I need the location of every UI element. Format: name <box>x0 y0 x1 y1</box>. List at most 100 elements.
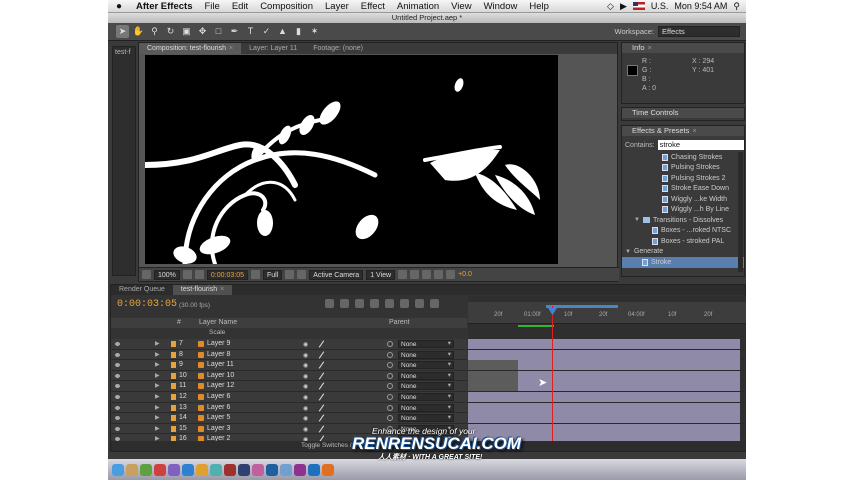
expand-triangle-icon[interactable]: ▶ <box>155 393 160 400</box>
volume-icon[interactable]: ▶ <box>620 1 627 12</box>
app-icon[interactable] <box>182 463 194 476</box>
table-row[interactable]: ▶ 8 Layer 8 ◉ None <box>111 349 467 361</box>
resolution-dropdown[interactable]: Full <box>263 269 283 280</box>
rotate-tool-icon[interactable]: ↻ <box>164 25 177 38</box>
pickwhip-icon[interactable] <box>387 362 393 369</box>
eye-icon[interactable] <box>115 342 120 346</box>
effects-presets-header[interactable]: Effects & Presets × <box>622 126 744 136</box>
col-parent[interactable]: Parent <box>389 318 410 328</box>
label-color[interactable] <box>171 393 176 400</box>
exposure-value[interactable]: +0.0 <box>458 271 472 278</box>
timeline-icon[interactable] <box>422 270 432 279</box>
layer-name[interactable]: Layer 9 <box>207 340 230 347</box>
quality-switch-icon[interactable] <box>318 340 325 348</box>
menu-animation[interactable]: Animation <box>391 1 445 12</box>
label-color[interactable] <box>171 383 176 390</box>
fast-previews-icon[interactable] <box>410 270 420 279</box>
time-controls-title[interactable]: Time Controls <box>622 108 744 118</box>
folder-item[interactable]: ▼ Transitions - Dissolves <box>622 215 744 226</box>
safe-zones-icon[interactable] <box>182 270 192 279</box>
spotlight-icon[interactable]: ⚲ <box>733 1 740 12</box>
menu-view[interactable]: View <box>445 1 477 12</box>
pickwhip-icon[interactable] <box>387 372 393 379</box>
expand-triangle-icon[interactable]: ▶ <box>155 340 160 347</box>
menu-layer[interactable]: Layer <box>319 1 355 12</box>
playhead-line[interactable] <box>552 306 553 442</box>
quality-switch-icon[interactable] <box>318 361 325 369</box>
timeline-timecode[interactable]: 0:00:03:05 <box>117 299 177 310</box>
viewer-timecode[interactable]: 0:00:03:05 <box>206 269 248 280</box>
eye-icon[interactable] <box>115 426 120 431</box>
illustrator-icon[interactable] <box>322 463 334 476</box>
tab-test-flourish[interactable]: test-flourish × <box>172 285 233 295</box>
shy-switch-icon[interactable]: ◉ <box>303 341 308 348</box>
app-icon[interactable] <box>266 463 278 476</box>
list-item[interactable]: Stroke Ease Down <box>622 184 744 195</box>
pickwhip-icon[interactable] <box>387 351 393 358</box>
pen-tool-icon[interactable]: ✒ <box>228 25 241 38</box>
quality-switch-icon[interactable] <box>318 403 325 412</box>
layer-name[interactable]: Layer 6 <box>207 404 230 411</box>
label-color[interactable] <box>171 341 176 347</box>
eye-icon[interactable] <box>115 384 120 389</box>
shy-switch-icon[interactable]: ◉ <box>303 373 308 380</box>
layer-name[interactable]: Layer 12 <box>207 382 234 389</box>
pickwhip-icon[interactable] <box>387 341 393 347</box>
shy-switch-icon[interactable]: ◉ <box>303 362 308 369</box>
layer-name[interactable]: Layer 6 <box>207 393 230 400</box>
col-layer-name[interactable]: Layer Name <box>199 318 237 328</box>
layer-duration-bar[interactable] <box>468 391 746 403</box>
workspace-dropdown[interactable]: Effects <box>658 26 740 37</box>
parent-dropdown[interactable]: None <box>398 340 454 348</box>
tab-composition[interactable]: Composition: test-flourish × <box>139 43 242 54</box>
expand-triangle-icon[interactable]: ▶ <box>155 425 160 432</box>
work-area-bar[interactable] <box>546 305 618 308</box>
stamp-tool-icon[interactable]: ▲ <box>276 25 289 38</box>
menu-help[interactable]: Help <box>523 1 555 12</box>
app-icon[interactable] <box>210 463 222 476</box>
eye-icon[interactable] <box>115 352 120 357</box>
mask-tool-icon[interactable]: □ <box>212 25 225 38</box>
snapshot-icon[interactable] <box>194 270 204 279</box>
reset-exposure-icon[interactable] <box>446 270 456 279</box>
app-icon[interactable] <box>224 463 236 476</box>
pan-behind-tool-icon[interactable]: ✥ <box>196 25 209 38</box>
pickwhip-icon[interactable] <box>387 383 393 390</box>
app-icon[interactable] <box>126 463 138 476</box>
layer-duration-bar[interactable] <box>468 413 746 424</box>
clock[interactable]: Mon 9:54 AM <box>674 1 727 11</box>
label-color[interactable] <box>171 404 176 411</box>
app-icon[interactable] <box>168 463 180 476</box>
time-ruler[interactable]: 20f 01:00f 10f 20f 04:00f 10f 20f <box>468 302 746 324</box>
shy-switch-icon[interactable]: ◉ <box>303 426 308 433</box>
layer-duration-bar[interactable] <box>468 402 746 414</box>
label-color[interactable] <box>171 362 176 369</box>
quality-switch-icon[interactable] <box>318 382 325 390</box>
list-item[interactable]: Wiggly ...ke Width <box>622 194 744 205</box>
list-item[interactable]: Pulsing Strokes 2 <box>622 173 744 184</box>
shy-icon[interactable] <box>370 299 379 308</box>
app-icon[interactable] <box>238 463 250 476</box>
eye-icon[interactable] <box>115 373 120 378</box>
comp-mini-flowchart-icon[interactable] <box>340 299 349 308</box>
close-icon[interactable]: × <box>229 45 233 52</box>
quality-switch-icon[interactable] <box>318 393 325 401</box>
list-item[interactable]: Boxes - ...roked NTSC <box>622 226 744 237</box>
label-color[interactable] <box>171 351 176 358</box>
table-row[interactable]: ▶ 7 Layer 9 ◉ None <box>111 339 467 350</box>
table-row[interactable]: ▶ 10 Layer 10 ◉ None <box>111 370 467 382</box>
always-preview-icon[interactable] <box>142 270 151 279</box>
parent-dropdown[interactable]: None <box>398 361 454 370</box>
menu-composition[interactable]: Composition <box>254 1 319 12</box>
app-icon[interactable] <box>196 463 208 476</box>
flag-icon[interactable] <box>632 2 645 10</box>
table-row[interactable]: ▶ 9 Layer 11 ◉ None <box>111 360 467 371</box>
finder-icon[interactable] <box>112 463 124 476</box>
quality-switch-icon[interactable] <box>318 351 325 359</box>
close-icon[interactable]: × <box>220 286 224 293</box>
scale-property-row[interactable]: Scale <box>111 329 467 337</box>
flowchart-icon[interactable] <box>434 270 444 279</box>
camera-tool-icon[interactable]: ▣ <box>180 25 193 38</box>
table-row[interactable]: ▶ 11 Layer 12 ◉ None <box>111 381 467 392</box>
table-row[interactable]: ▶ 14 Layer 5 ◉ None <box>111 413 467 424</box>
